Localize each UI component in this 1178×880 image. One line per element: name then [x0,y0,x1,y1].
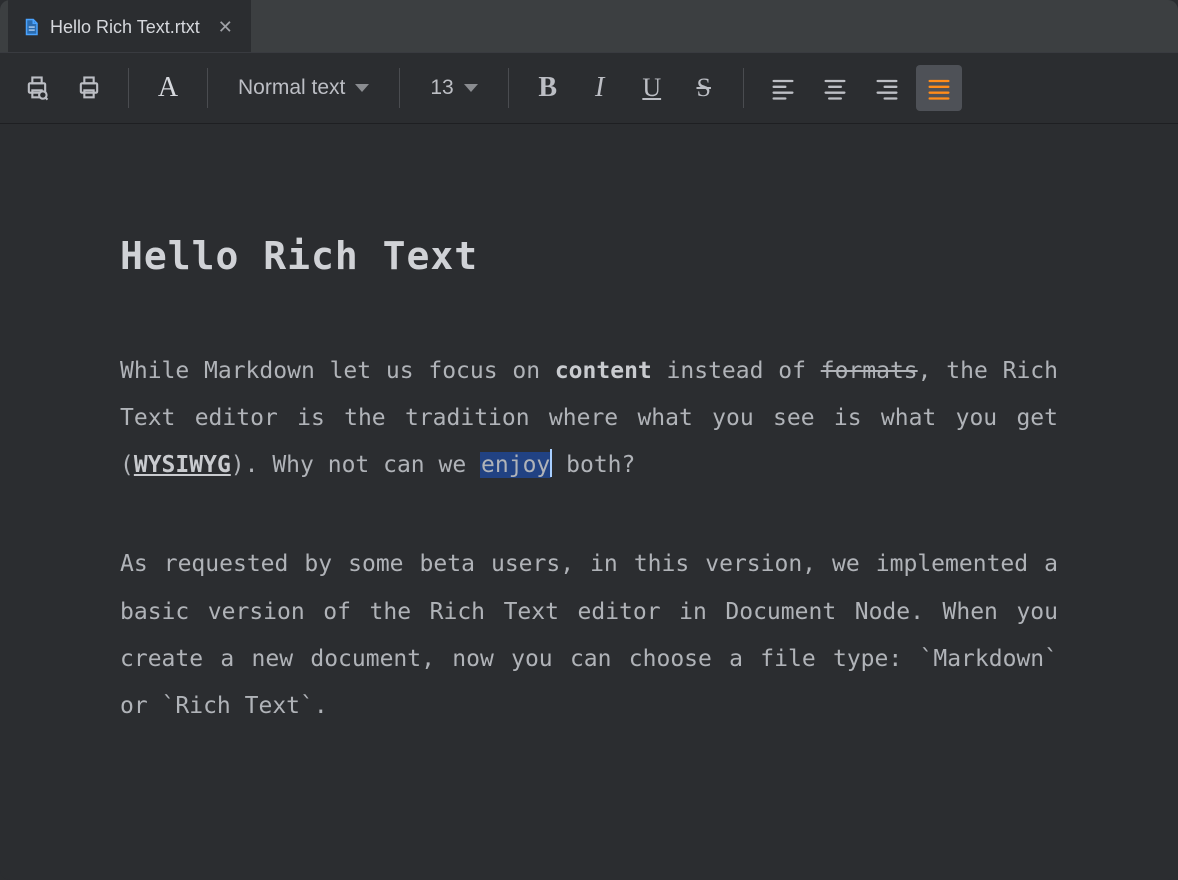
tab-bar: Hello Rich Text.rtxt ✕ [0,0,1178,52]
document-body[interactable]: Hello Rich Text While Markdown let us fo… [120,234,1058,730]
toolbar-divider [399,68,400,108]
text-run: ). Why not can we [231,452,480,478]
print-button[interactable] [66,65,112,111]
chevron-down-icon [355,84,369,92]
tab-hello-rich-text[interactable]: Hello Rich Text.rtxt ✕ [8,0,251,52]
toolbar-divider [128,68,129,108]
document-heading[interactable]: Hello Rich Text [120,234,1058,278]
print-preview-button[interactable] [14,65,60,111]
editor-window: Hello Rich Text.rtxt ✕ A Norm [0,0,1178,880]
formatting-toolbar: A Normal text 13 B I U S [0,52,1178,124]
fontsize-dropdown[interactable]: 13 [416,65,491,111]
document-icon [22,18,40,36]
editor-viewport[interactable]: Hello Rich Text While Markdown let us fo… [0,124,1178,880]
toolbar-divider [508,68,509,108]
chevron-down-icon [464,84,478,92]
text-run: both? [552,452,635,478]
align-left-button[interactable] [760,65,806,111]
code-run: Rich Text [175,693,300,719]
selected-text: enjoy [480,452,551,478]
toolbar-divider [207,68,208,108]
fontsize-label: 13 [430,76,453,100]
bold-button[interactable]: B [525,65,571,111]
close-icon[interactable]: ✕ [218,18,233,36]
align-right-button[interactable] [864,65,910,111]
font-style-button[interactable]: A [145,72,191,104]
paragraph-1[interactable]: While Markdown let us focus on content i… [120,348,1058,489]
code-run: Markdown [933,646,1044,672]
strike-run: formats [821,358,918,384]
strikethrough-button[interactable]: S [681,65,727,111]
paragraph-2[interactable]: As requested by some beta users, in this… [120,541,1058,730]
text-run: While Markdown let us focus on [120,358,555,384]
underline-button[interactable]: U [629,65,675,111]
tab-title: Hello Rich Text.rtxt [50,17,200,38]
italic-button[interactable]: I [577,65,623,111]
align-justify-button[interactable] [916,65,962,111]
text-run: instead of [652,358,821,384]
toolbar-divider [743,68,744,108]
paragraph-style-dropdown[interactable]: Normal text [224,65,383,111]
bold-run: content [555,358,652,384]
align-center-button[interactable] [812,65,858,111]
text-run: `. [300,693,328,719]
paragraph-style-label: Normal text [238,76,345,100]
underline-bold-run: WYSIWYG [134,452,231,478]
text-run: As requested by some beta users, in this… [120,551,1058,671]
